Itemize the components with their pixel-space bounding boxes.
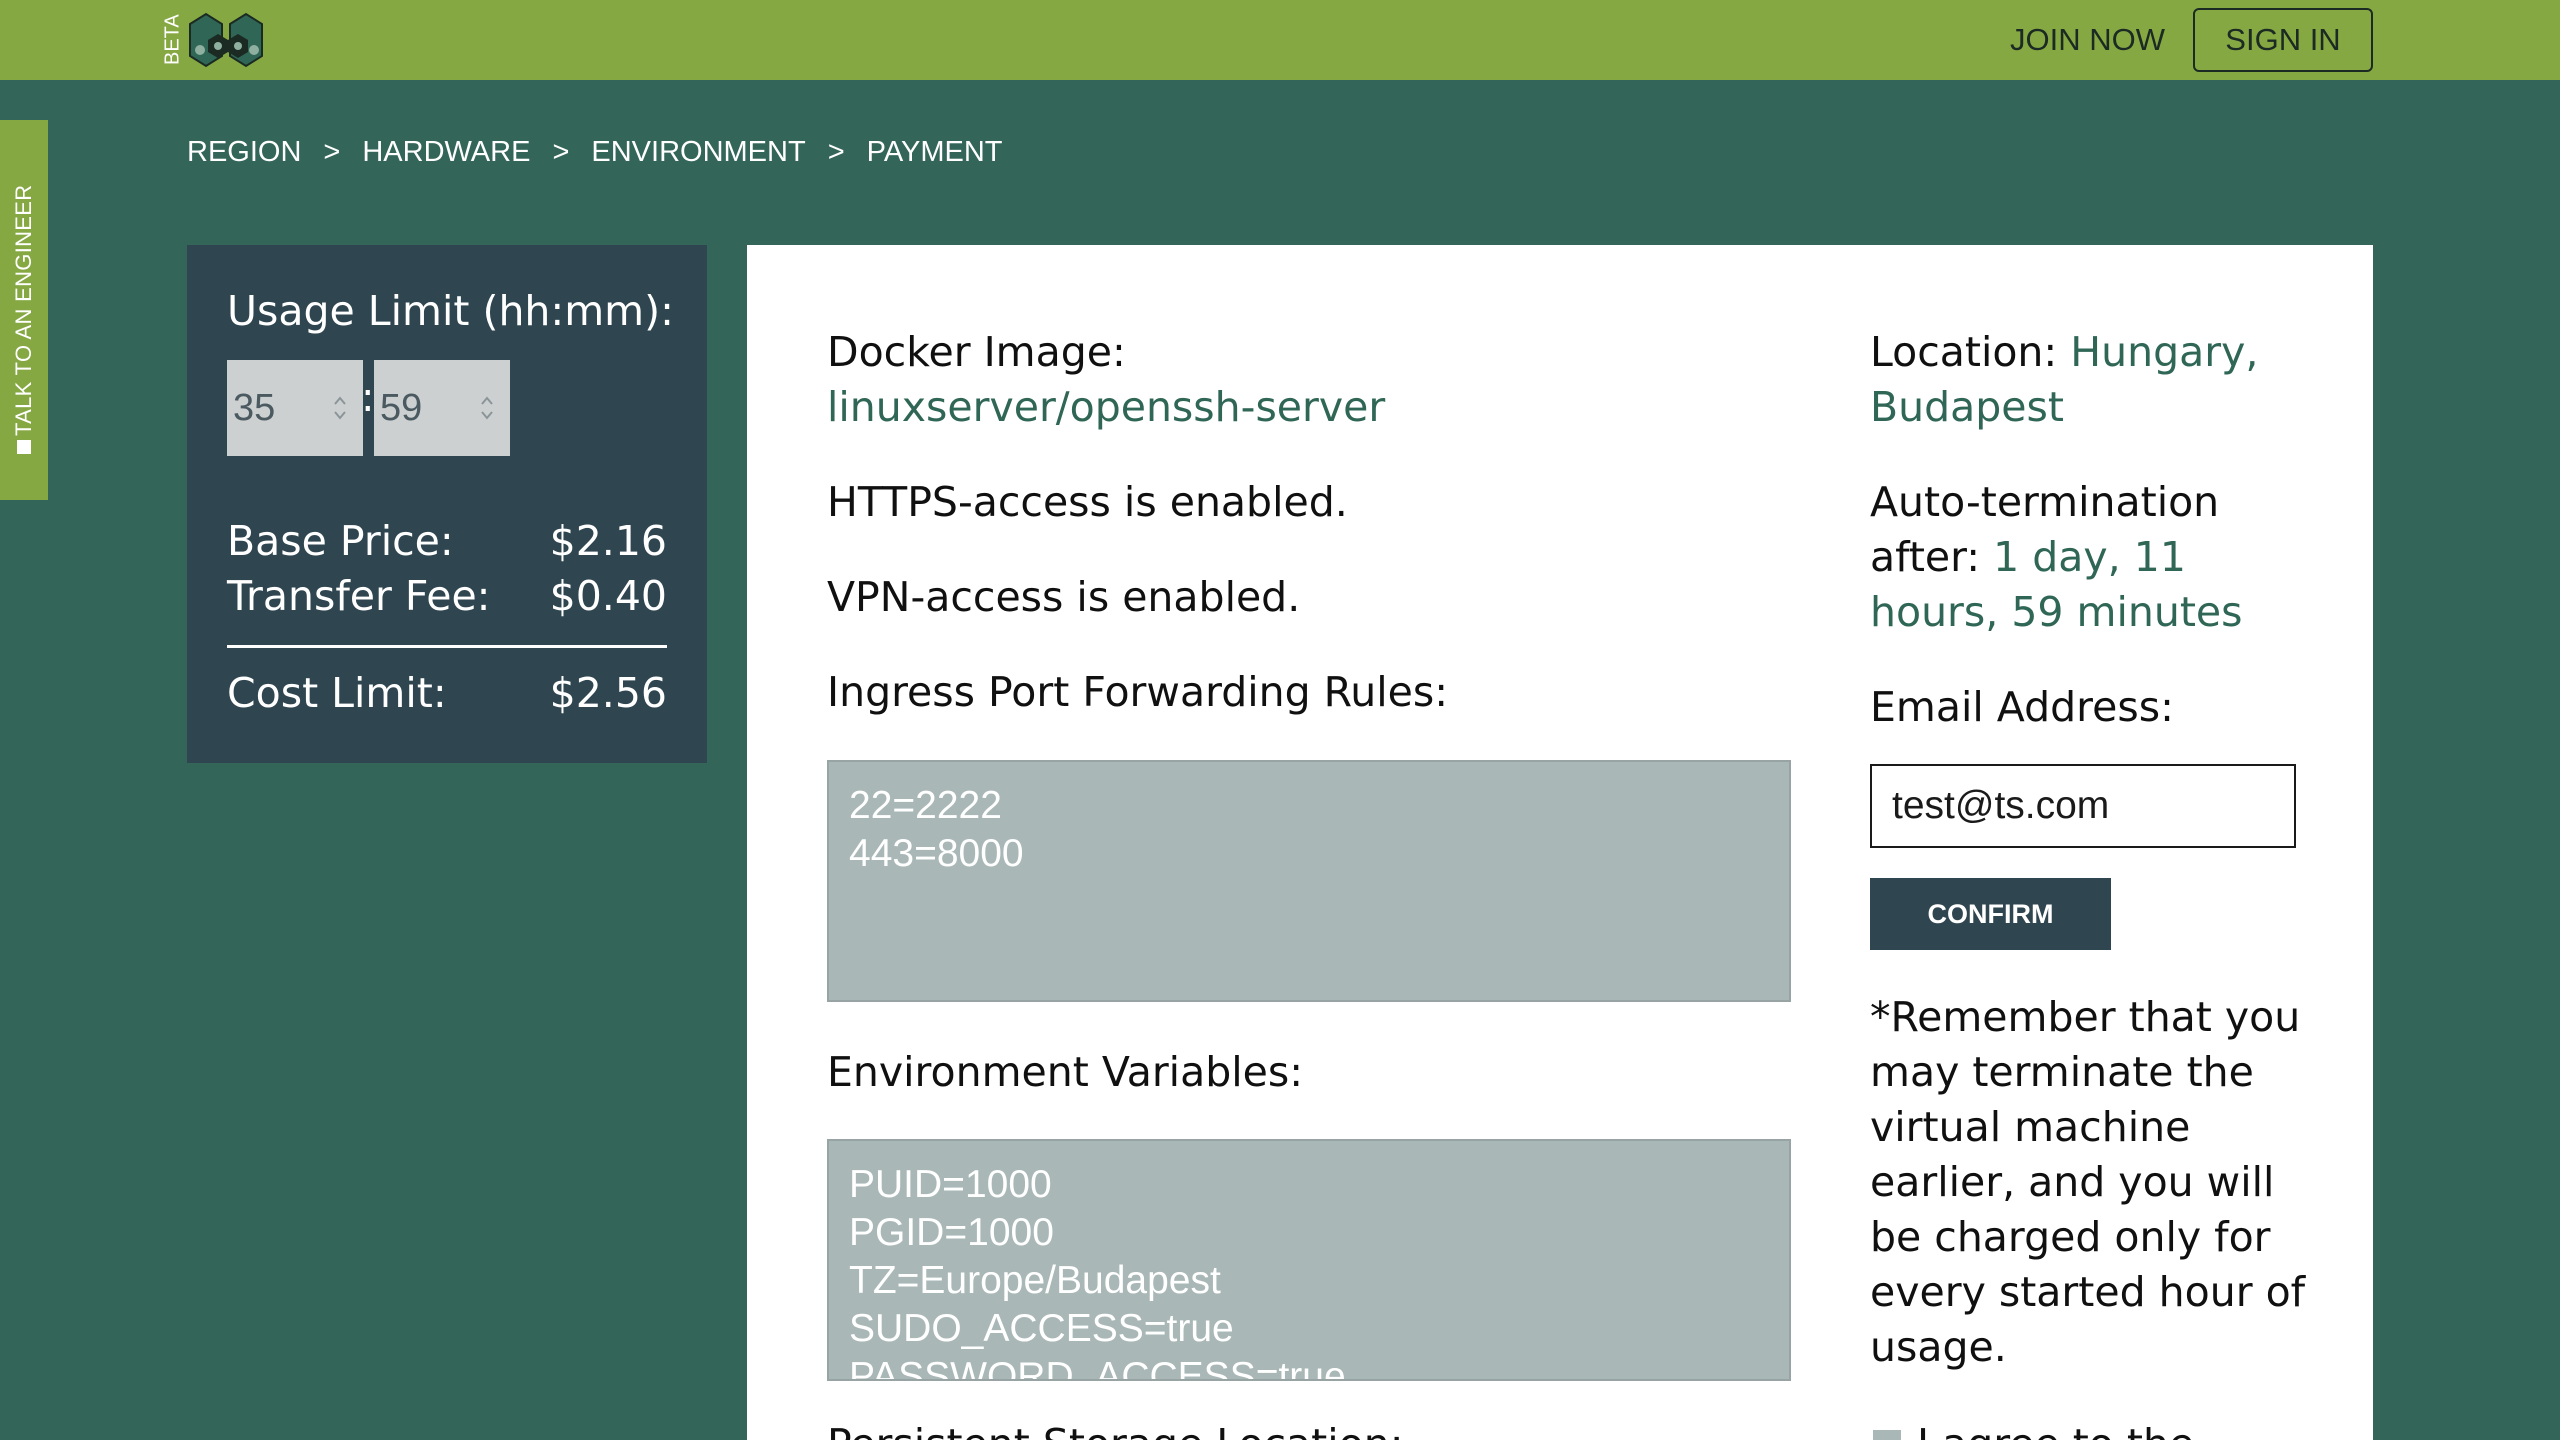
logo-icon[interactable] <box>186 10 268 72</box>
email-field[interactable]: test@ts.com <box>1870 764 2296 848</box>
auto-termination-label-after: after: <box>1870 533 1981 581</box>
env-vars-label: Environment Variables: <box>827 1048 1304 1096</box>
transfer-fee-label: Transfer Fee: <box>227 572 491 620</box>
base-price-value: $2.16 <box>549 517 667 565</box>
vpn-status: VPN-access is enabled. <box>827 573 1301 621</box>
env-vars-textarea[interactable]: PUID=1000 PGID=1000 TZ=Europe/Budapest S… <box>827 1139 1791 1381</box>
https-status: HTTPS-access is enabled. <box>827 478 1348 526</box>
confirm-button[interactable]: CONFIRM <box>1870 878 2111 950</box>
hours-value: 35 <box>233 386 276 429</box>
persistent-storage-label: Persistent Storage Location: <box>827 1417 1404 1440</box>
usage-limit-panel: Usage Limit (hh:mm): 35 : 59 Base Price:… <box>187 245 707 763</box>
breadcrumb-region[interactable]: REGION <box>187 136 301 169</box>
cost-limit-value: $2.56 <box>549 669 667 717</box>
top-bar: BETA JOIN NOW SIGN IN <box>0 0 2560 80</box>
chat-icon <box>17 440 31 454</box>
base-price-label: Base Price: <box>227 517 454 565</box>
auto-termination-info: Auto-termination after: 1 day, 11 hours,… <box>1870 475 2260 640</box>
ingress-rules-textarea[interactable]: 22=2222 443=8000 <box>827 760 1791 1002</box>
cost-limit-label: Cost Limit: <box>227 669 447 717</box>
auto-termination-label: Auto-termination <box>1870 478 2220 526</box>
location-label: Location: <box>1870 328 2058 376</box>
time-colon: : <box>361 375 375 421</box>
email-label: Email Address: <box>1870 683 2174 731</box>
agree-label: I agree to the <box>1917 1417 2194 1440</box>
minutes-value: 59 <box>380 386 423 429</box>
breadcrumb-hardware[interactable]: HARDWARE <box>362 136 530 169</box>
breadcrumb-separator: > <box>827 135 845 168</box>
transfer-fee-value: $0.40 <box>549 572 667 620</box>
breadcrumb: REGION > HARDWARE > ENVIRONMENT > PAYMEN… <box>187 132 1003 172</box>
join-now-link[interactable]: JOIN NOW <box>2010 20 2165 60</box>
beta-label: BETA <box>161 14 184 66</box>
docker-image-value: linuxserver/openssh-server <box>827 383 1386 431</box>
breadcrumb-payment[interactable]: PAYMENT <box>867 136 1003 169</box>
divider <box>227 645 667 648</box>
termination-reminder: *Remember that you may terminate the vir… <box>1870 993 2306 1371</box>
breadcrumb-separator: > <box>323 135 341 168</box>
breadcrumb-separator: > <box>552 135 570 168</box>
minutes-stepper[interactable]: 59 <box>374 360 510 456</box>
docker-image-label: Docker Image: <box>827 328 1126 376</box>
location-info: Location: Hungary, Budapest <box>1870 325 2310 435</box>
breadcrumb-environment[interactable]: ENVIRONMENT <box>591 136 805 169</box>
hours-stepper[interactable]: 35 <box>227 360 363 456</box>
usage-limit-title: Usage Limit (hh:mm): <box>227 287 674 335</box>
agree-checkbox[interactable] <box>1873 1430 1901 1440</box>
summary-panel: Docker Image: linuxserver/openssh-server… <box>747 245 2373 1440</box>
ingress-rules-label: Ingress Port Forwarding Rules: <box>827 668 1449 716</box>
stepper-arrows-icon[interactable] <box>478 390 496 426</box>
stepper-arrows-icon[interactable] <box>331 390 349 426</box>
sign-in-button[interactable]: SIGN IN <box>2193 8 2373 72</box>
